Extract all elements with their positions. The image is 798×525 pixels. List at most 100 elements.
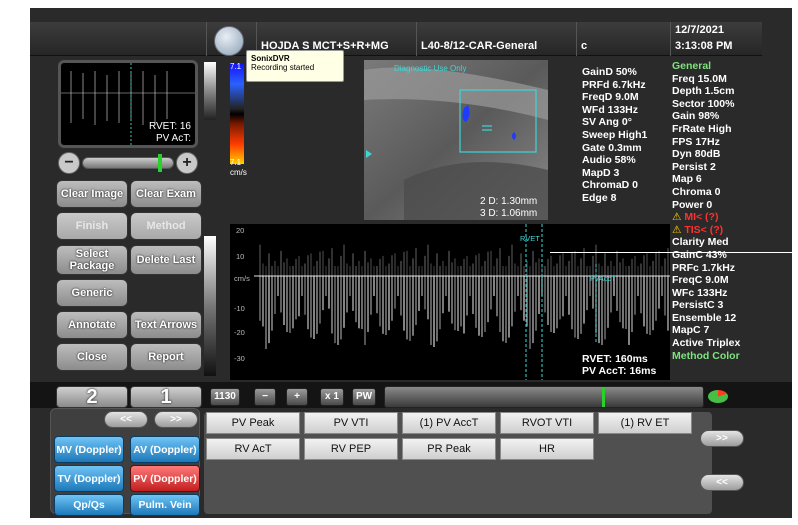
annotate-button[interactable]: Annotate [56, 311, 128, 339]
color-param: PersistC 3 [672, 299, 724, 312]
dvr-tooltip: SonixDVR Recording started [246, 50, 344, 82]
calc-pr-peak[interactable]: PR Peak [402, 438, 496, 460]
finish-button[interactable]: Finish [56, 212, 128, 240]
general-param: FPS 17Hz [672, 135, 720, 148]
thumbnail-preview[interactable]: RVET: 16 PV AcT: [58, 60, 198, 148]
doppler-param: FreqD 9.0M [582, 91, 639, 104]
tis-text: TIS< (?) [684, 223, 724, 236]
distance-2: 2 D: 1.30mm [480, 196, 538, 207]
color-param: WFc 133Hz [672, 286, 728, 299]
mv-doppler-button[interactable]: MV (Doppler) [54, 436, 124, 463]
calc-rv-et[interactable]: (1) RV ET [598, 412, 692, 434]
delete-last-button[interactable]: Delete Last [130, 245, 202, 275]
method-mode: Method Color [672, 349, 740, 362]
calc-rv-pep[interactable]: RV PEP [304, 438, 398, 460]
rvet-result: RVET: 160ms [582, 353, 648, 365]
general-params: General Freq 15.0M Depth 1.5cm Sector 100%… [672, 60, 740, 362]
color-param: GainC 43% [672, 248, 727, 261]
zoom-minus-button[interactable]: − [58, 152, 80, 174]
calc-prev-button[interactable]: << [104, 411, 148, 428]
pulm-vein-button[interactable]: Pulm. Vein [130, 494, 200, 516]
color-scale-unit: cm/s [230, 168, 247, 177]
color-param: Clarity Med [672, 236, 729, 249]
thumbnail-rvet: RVET: 16 [148, 121, 191, 132]
general-param: FrRate High [672, 122, 732, 135]
speed-button[interactable]: x 1 [320, 388, 344, 406]
doppler-param: SV Ang 0° [582, 116, 632, 129]
pw-button[interactable]: PW [352, 388, 376, 406]
method-button[interactable]: Method [130, 212, 202, 240]
doppler-scale-20: 20 [236, 226, 245, 235]
general-param: Map 6 [672, 173, 702, 186]
clear-exam-button[interactable]: Clear Exam [130, 180, 202, 208]
av-doppler-button[interactable]: AV (Doppler) [130, 436, 200, 463]
generic-button[interactable]: Generic [56, 279, 128, 307]
pv-doppler-button[interactable]: PV (Doppler) [130, 465, 200, 492]
calc-rv-act[interactable]: RV AcT [206, 438, 300, 460]
measurement-results: RVET: 160ms PV AccT: 16ms [582, 353, 656, 377]
calc-pv-vti[interactable]: PV VTI [304, 412, 398, 434]
calc-next-button[interactable]: >> [154, 411, 198, 428]
general-param: Power 0 [672, 198, 713, 211]
calc-hr[interactable]: HR [500, 438, 594, 460]
storage-pie-icon [708, 390, 728, 403]
general-param: Chroma 0 [672, 185, 721, 198]
general-param: Persist 2 [672, 160, 716, 173]
pvacct-marker-label: PvAccT [590, 274, 616, 283]
doppler-param: WFd 133Hz [582, 103, 639, 116]
doppler-scale-unit: cm/s [234, 274, 250, 283]
thumbnail-pvacct: PV AcT: [155, 133, 191, 144]
warning-icon: ⚠ [672, 211, 682, 224]
text-arrows-button[interactable]: Text Arrows [130, 311, 202, 339]
side-prev-button[interactable]: << [700, 474, 744, 491]
ultrasound-app: HOJDA S MCT+S+R+MG L40-8/12-CAR-General … [0, 0, 798, 525]
clear-image-button[interactable]: Clear Image [56, 180, 128, 208]
tv-doppler-button[interactable]: TV (Doppler) [54, 465, 124, 492]
doppler-param: PRFd 6.7kHz [582, 78, 646, 91]
baseline-line [550, 252, 792, 253]
screen-tab-2[interactable]: 2 [56, 386, 128, 408]
cine-scrollbar[interactable] [384, 386, 704, 408]
cine-position-marker[interactable] [602, 387, 605, 407]
bmode-image[interactable]: Diagnostic Use Only 2 D: 1.30mm 3 D: 1.0… [364, 60, 548, 220]
doppler-param: GainD 50% [582, 66, 637, 78]
tis-warning: ⚠ TIS< (?) [672, 224, 740, 237]
zoom-handle[interactable] [158, 154, 162, 172]
screen-tab-1[interactable]: 1 [130, 386, 202, 408]
doppler-param: Gate 0.3mm [582, 141, 642, 154]
doppler-param: Edge 8 [582, 191, 617, 204]
close-button[interactable]: Close [56, 343, 128, 371]
doppler-scale-neg20: -20 [234, 328, 245, 337]
grayscale-bar [204, 62, 216, 120]
zoom-plus-button[interactable]: + [176, 152, 198, 174]
side-next-button[interactable]: >> [700, 430, 744, 447]
pvacct-result: PV AccT: 16ms [582, 365, 657, 377]
doppler-grayscale-bar [204, 236, 216, 376]
rvet-marker-label: RVET [520, 234, 540, 243]
report-button[interactable]: Report [130, 343, 202, 371]
color-scale-top: 7.1 [230, 62, 242, 71]
calc-pv-peak[interactable]: PV Peak [206, 412, 300, 434]
header-extra: c [581, 40, 588, 52]
general-param: Sector 100% [672, 97, 735, 110]
doppler-param: Audio 58% [582, 154, 636, 167]
mi-warning: ⚠ MI< (?) [672, 211, 740, 224]
dvr-logo-icon[interactable] [214, 26, 244, 56]
select-package-button[interactable]: Select Package [56, 245, 128, 275]
zoom-slider[interactable]: − + [58, 152, 198, 176]
cine-minus-button[interactable]: − [254, 388, 276, 406]
general-param: Depth 1.5cm [672, 85, 735, 98]
calc-rvot-vti[interactable]: RVOT VTI [500, 412, 594, 434]
tooltip-title: SonixDVR [251, 54, 290, 63]
qpqs-button[interactable]: Qp/Qs [54, 494, 124, 516]
color-scale-bottom: 7.1 [230, 158, 242, 167]
header-bar: HOJDA S MCT+S+R+MG L40-8/12-CAR-General … [30, 22, 762, 56]
exam-time: 3:13:08 PM [675, 40, 733, 52]
general-param: Gain 98% [672, 110, 720, 123]
calc-pv-acct[interactable]: (1) PV AccT [402, 412, 496, 434]
color-param: MapC 7 [672, 324, 710, 337]
diagnostic-caption: Diagnostic Use Only [394, 64, 467, 73]
cine-plus-button[interactable]: + [286, 388, 308, 406]
doppler-param: MapD 3 [582, 166, 620, 179]
general-param: Dyn 80dB [672, 148, 721, 161]
